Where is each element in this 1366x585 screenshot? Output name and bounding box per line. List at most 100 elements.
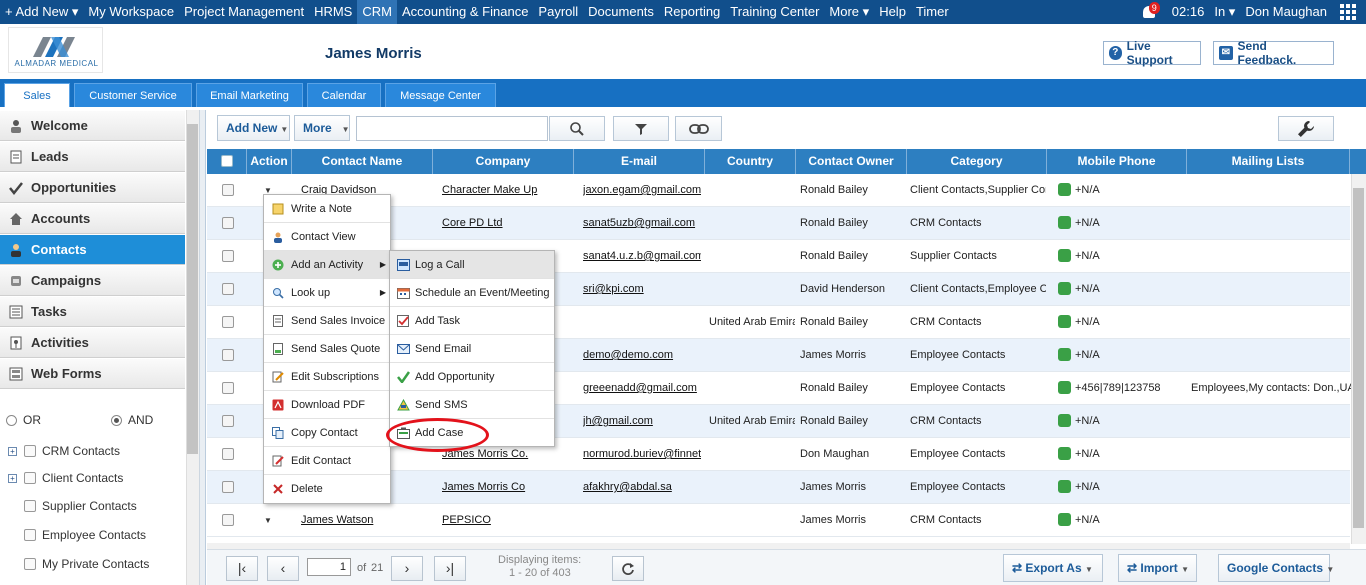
first-page-button[interactable]: |‹ <box>226 556 258 581</box>
expand-icon[interactable]: + <box>8 446 17 456</box>
row-checkbox[interactable] <box>222 349 234 361</box>
tab-customer-service[interactable]: Customer Service <box>74 83 192 107</box>
menu-edit-contact[interactable]: Edit Contact <box>264 447 390 475</box>
menu-delete[interactable]: Delete <box>264 475 390 503</box>
filter-button[interactable] <box>613 116 669 141</box>
row-checkbox[interactable] <box>222 448 234 460</box>
submenu-add-task[interactable]: Add Task <box>390 307 554 335</box>
row-checkbox[interactable] <box>222 184 234 196</box>
category-checkbox[interactable] <box>24 445 36 457</box>
category-checkbox[interactable] <box>24 529 36 541</box>
sidebar-item-welcome[interactable]: Welcome <box>0 111 185 141</box>
tab-email-marketing[interactable]: Email Marketing <box>196 83 303 107</box>
company-logo[interactable]: ALMADAR MEDICAL <box>8 27 103 73</box>
submenu-send-email[interactable]: Send Email <box>390 335 554 363</box>
notification-bell-icon[interactable]: 9 <box>1141 0 1160 24</box>
menu-write-a-note[interactable]: Write a Note <box>264 195 390 223</box>
search-button[interactable] <box>549 116 605 141</box>
category-employee-contacts[interactable]: Employee Contacts <box>8 524 188 546</box>
import-button[interactable]: ⇄ Import ▼ <box>1118 554 1197 582</box>
sidebar-item-campaigns[interactable]: Campaigns <box>0 266 185 296</box>
row-checkbox[interactable] <box>222 250 234 262</box>
sidebar-item-tasks[interactable]: Tasks <box>0 297 185 327</box>
filter-and-radio[interactable]: AND <box>111 413 153 427</box>
tab-calendar[interactable]: Calendar <box>307 83 381 107</box>
menu-add-an-activity[interactable]: Add an Activity ▶ <box>264 251 390 279</box>
row-checkbox[interactable] <box>222 415 234 427</box>
phone-icon[interactable] <box>1058 446 1071 460</box>
menu-edit-subscriptions[interactable]: Edit Subscriptions <box>264 363 390 391</box>
user-name[interactable]: Don Maughan <box>1240 0 1332 24</box>
phone-icon[interactable] <box>1058 479 1071 493</box>
google-contacts-button[interactable]: Google Contacts ▼ <box>1218 554 1334 582</box>
row-checkbox[interactable] <box>222 283 234 295</box>
menu-contact-view[interactable]: Contact View <box>264 223 390 251</box>
column-header-mobile-phone[interactable]: Mobile Phone <box>1047 149 1187 174</box>
phone-icon[interactable] <box>1058 182 1071 196</box>
table-row[interactable]: ▼ James Watson PEPSICO James Morris CRM Cont… <box>207 504 1350 537</box>
submenu-send-sms[interactable]: Send SMS <box>390 391 554 419</box>
column-header-category[interactable]: Category <box>907 149 1047 174</box>
tab-sales[interactable]: Sales <box>4 83 70 107</box>
page-number-input[interactable]: 1 <box>307 558 351 576</box>
nav-documents[interactable]: Documents <box>583 0 659 24</box>
phone-icon[interactable] <box>1058 314 1071 328</box>
nav-crm[interactable]: CRM <box>357 0 397 24</box>
phone-icon[interactable] <box>1058 281 1071 295</box>
phone-icon[interactable] <box>1058 347 1071 361</box>
phone-icon[interactable] <box>1058 215 1071 229</box>
cell-email[interactable]: sri@kpi.com <box>583 273 701 306</box>
export-as-button[interactable]: ⇄ Export As ▼ <box>1003 554 1103 582</box>
cell-email[interactable] <box>583 504 701 537</box>
cell-email[interactable]: demo@demo.com <box>583 339 701 372</box>
nav-reporting[interactable]: Reporting <box>659 0 725 24</box>
row-checkbox[interactable] <box>222 481 234 493</box>
row-checkbox[interactable] <box>222 514 234 526</box>
status-dropdown[interactable]: In ▾ <box>1209 0 1240 24</box>
last-page-button[interactable]: ›| <box>434 556 466 581</box>
sidebar-item-leads[interactable]: Leads <box>0 142 185 172</box>
menu-send-sales-invoice[interactable]: Send Sales Invoice <box>264 307 390 335</box>
category-checkbox[interactable] <box>24 472 36 484</box>
cell-email[interactable]: jh@gmail.com <box>583 405 701 438</box>
phone-icon[interactable] <box>1058 512 1071 526</box>
column-header-country[interactable]: Country <box>705 149 796 174</box>
cell-email[interactable]: afakhry@abdal.sa <box>583 471 701 504</box>
sidebar-item-opportunities[interactable]: Opportunities <box>0 173 185 203</box>
column-header-action[interactable]: Action <box>247 149 292 174</box>
cell-name[interactable]: James Watson <box>301 504 429 537</box>
nav-help[interactable]: Help <box>874 0 911 24</box>
settings-button[interactable] <box>1278 116 1334 141</box>
cell-company[interactable]: Character Make Up <box>442 174 570 207</box>
nav-add-new[interactable]: + Add New ▾ <box>0 0 83 24</box>
cell-email[interactable]: jaxon.egam@gmail.com <box>583 174 701 207</box>
category-crm-contacts[interactable]: + CRM Contacts <box>8 440 188 462</box>
submenu-add-opportunity[interactable]: Add Opportunity <box>390 363 554 391</box>
nav-training-center[interactable]: Training Center <box>725 0 824 24</box>
nav-my-workspace[interactable]: My Workspace <box>83 0 179 24</box>
menu-send-sales-quote[interactable]: Send Sales Quote <box>264 335 390 363</box>
cell-email[interactable]: greeenadd@gmail.com <box>583 372 701 405</box>
nav-timer[interactable]: Timer <box>911 0 954 24</box>
more-button[interactable]: More ▼ <box>294 115 350 141</box>
submenu-schedule-event-meeting[interactable]: Schedule an Event/Meeting <box>390 279 554 307</box>
category-client-contacts[interactable]: + Client Contacts <box>8 467 188 489</box>
cell-company[interactable]: PEPSICO <box>442 504 570 537</box>
reload-button[interactable] <box>612 556 644 581</box>
column-header-contact-name[interactable]: Contact Name <box>292 149 433 174</box>
category-checkbox[interactable] <box>24 500 36 512</box>
sidebar-item-activities[interactable]: Activities <box>0 328 185 358</box>
filter-or-radio[interactable]: OR <box>6 413 41 427</box>
add-new-button[interactable]: Add New ▼ <box>217 115 290 141</box>
row-checkbox[interactable] <box>222 316 234 328</box>
grid-scroll-thumb[interactable] <box>1353 188 1364 528</box>
live-support-button[interactable]: ? Live Support <box>1103 39 1201 67</box>
menu-copy-contact[interactable]: Copy Contact <box>264 419 390 447</box>
category-my-private-contacts[interactable]: My Private Contacts <box>8 553 188 575</box>
category-checkbox[interactable] <box>24 558 36 570</box>
row-action-caret-icon[interactable]: ▼ <box>264 504 272 537</box>
column-header-contact-owner[interactable]: Contact Owner <box>796 149 907 174</box>
phone-icon[interactable] <box>1058 413 1071 427</box>
apps-grid-icon[interactable] <box>1340 4 1358 20</box>
sidebar-item-contacts[interactable]: Contacts <box>0 235 185 265</box>
